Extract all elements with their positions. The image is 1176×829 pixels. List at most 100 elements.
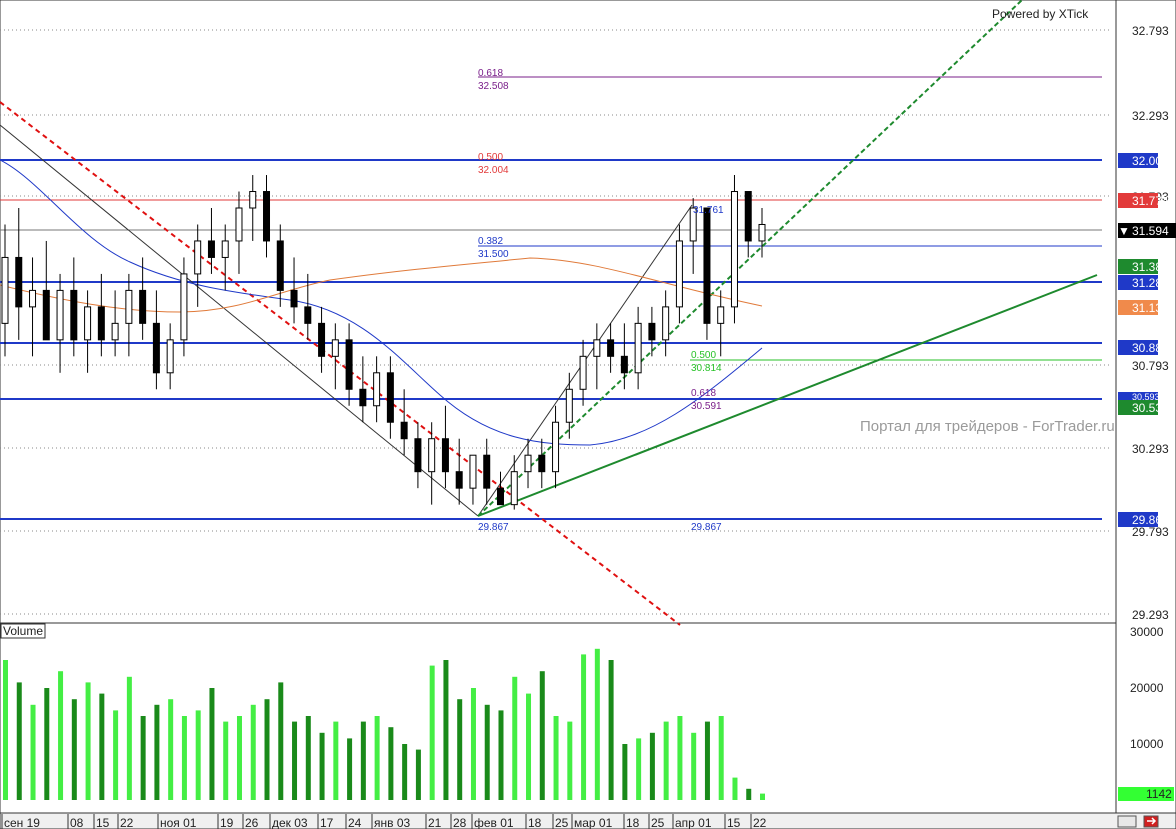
candle-body [139, 289, 147, 324]
date-tick-label: 19 [220, 816, 234, 829]
price-tag: 30.535 [1132, 401, 1169, 415]
candle-body [249, 191, 257, 209]
date-tick-label: мар 01 [574, 816, 613, 829]
volume-bar [126, 676, 132, 800]
extreme-label: 29.867 [478, 522, 509, 533]
candle-body [648, 322, 656, 341]
volume-bar [154, 704, 160, 800]
current-price-arrow: ▼ [1118, 224, 1130, 238]
volume-bar [236, 716, 242, 800]
candle-body [235, 207, 243, 242]
volume-bar [360, 721, 366, 800]
volume-bar [140, 716, 146, 800]
date-tick-label: 18 [528, 816, 542, 829]
date-tick-label: 25 [651, 816, 665, 829]
candle-body [84, 306, 92, 341]
volume-bar [388, 727, 394, 800]
scroll-icon[interactable] [1117, 815, 1137, 828]
volume-bar [622, 744, 628, 800]
candle-body [634, 322, 642, 374]
candle-body [469, 454, 477, 489]
volume-bar [760, 793, 765, 800]
volume-bar [498, 710, 504, 800]
volume-bar [374, 716, 380, 800]
candle-body [42, 289, 50, 341]
volume-bar [168, 699, 174, 800]
volume-bar [484, 704, 490, 800]
candle-body [359, 388, 367, 407]
date-tick-label: 26 [245, 816, 259, 829]
candle-body [455, 471, 463, 489]
fib-ratio-label: 0.500 [478, 152, 503, 163]
volume-tag: 1142 [1146, 787, 1172, 801]
volume-bar [250, 704, 256, 800]
price-tag: 31.594 [1132, 224, 1169, 238]
candle-body [565, 388, 573, 423]
candle-body [441, 438, 449, 473]
volume-bar [333, 721, 339, 800]
price-chart[interactable]: 0.618 32.508 0.500 32.004 0.382 31.500 0… [0, 0, 1176, 829]
fib-price-label: 32.004 [478, 165, 509, 176]
candle-body [552, 421, 560, 473]
candle-body [593, 339, 601, 357]
price-tag: 29.865 [1132, 513, 1169, 527]
date-tick-label: ноя 01 [160, 816, 197, 829]
candle-body [125, 289, 133, 324]
price-tick: 32.293 [1132, 109, 1169, 123]
volume-bar [553, 716, 559, 800]
price-tick: 30.293 [1132, 442, 1169, 456]
fib-ratio-label: 0.618 [478, 68, 503, 79]
date-tick-label: фев 01 [474, 816, 514, 829]
volume-bar [718, 716, 724, 800]
candle-body [166, 339, 174, 374]
volume-bar [443, 660, 449, 800]
volume-bar [16, 682, 22, 800]
volume-bar [30, 704, 36, 800]
price-tick: 29.793 [1132, 525, 1169, 539]
date-tick-label: 17 [320, 816, 334, 829]
date-tick-label: сен 19 [4, 816, 40, 829]
volume-bar [58, 671, 64, 800]
volume-bar [319, 732, 325, 800]
volume-bar [195, 710, 201, 800]
date-tick-label: 22 [753, 816, 767, 829]
candle-body [675, 240, 683, 308]
fib-ratio-label: 0.618 [691, 388, 716, 399]
candle-body [483, 454, 491, 489]
date-tick-label: 21 [428, 816, 442, 829]
candle-body [373, 372, 381, 407]
candle-body [510, 471, 518, 506]
candle-body [180, 273, 188, 341]
candle-body [717, 306, 725, 324]
price-tick: 29.293 [1132, 608, 1169, 622]
fib-price-label: 30.814 [691, 363, 722, 374]
volume-bar [608, 660, 614, 800]
date-tick-label: 24 [348, 816, 362, 829]
volume-bar [71, 699, 77, 800]
volume-tick: 10000 [1130, 737, 1164, 751]
volume-bar [3, 660, 8, 800]
date-tick-label: дек 03 [272, 816, 308, 829]
candle-body [703, 207, 711, 324]
volume-bar [223, 721, 229, 800]
fib-ratio-label: 0.382 [478, 236, 503, 247]
fib-price-label: 30.591 [691, 401, 722, 412]
price-tag: 32.007 [1132, 154, 1169, 168]
candle-body [579, 355, 587, 390]
date-tick-label: 28 [453, 816, 467, 829]
candle-body [620, 355, 628, 374]
fib-price-label: 32.508 [478, 81, 509, 92]
volume-bar [113, 710, 119, 800]
date-tick-label: янв 03 [374, 816, 411, 829]
volume-bar [85, 682, 91, 800]
volume-bar [470, 688, 476, 800]
candle-body [331, 339, 339, 357]
fib-price-label: 31.500 [478, 249, 509, 260]
candle-body [428, 438, 436, 473]
volume-bar [209, 688, 215, 800]
date-tick-label: апр 01 [675, 816, 712, 829]
candle-body [304, 306, 312, 324]
volume-bar [99, 693, 105, 800]
candle-body [524, 454, 532, 473]
volume-bar [732, 777, 738, 800]
